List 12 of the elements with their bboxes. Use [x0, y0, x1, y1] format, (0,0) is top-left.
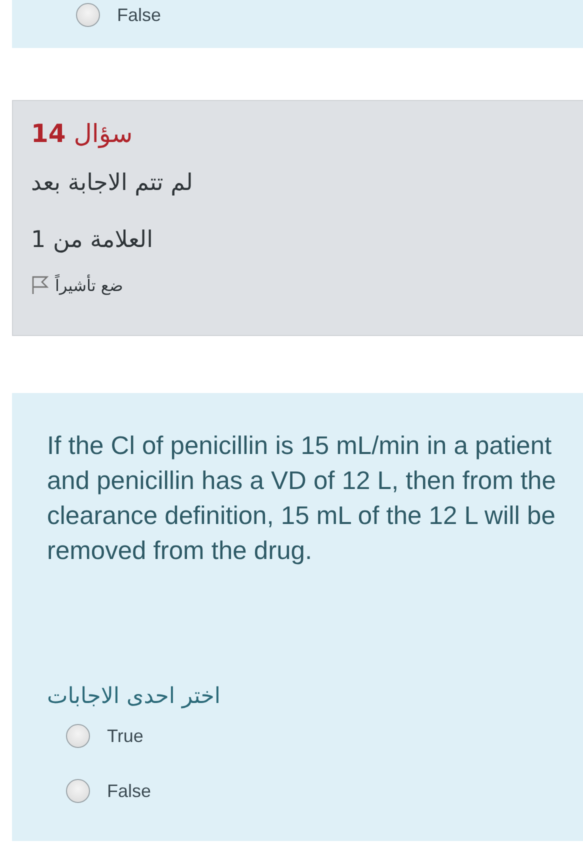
answer-status: لم تتم الاجابة بعد: [31, 170, 193, 198]
option-label: False: [107, 780, 152, 802]
answer-prompt: اختر احدى الاجابات: [47, 684, 220, 709]
flag-question-button[interactable]: ضع تأشيراً: [31, 275, 124, 295]
radio-button[interactable]: [66, 779, 90, 803]
question-text: If the Cl of penicillin is 15 mL/min in a patient and penicillin has a VD of 12 L, then from the clearance definition, 15 mL of the 12 L will be removed from the drug.: [47, 431, 557, 567]
flag-icon: [31, 275, 49, 295]
question-mark: العلامة من 1: [31, 227, 153, 255]
radio-button[interactable]: [76, 3, 100, 27]
radio-button[interactable]: [66, 724, 90, 748]
option-label: False: [117, 4, 162, 26]
option-label: True: [107, 726, 144, 746]
